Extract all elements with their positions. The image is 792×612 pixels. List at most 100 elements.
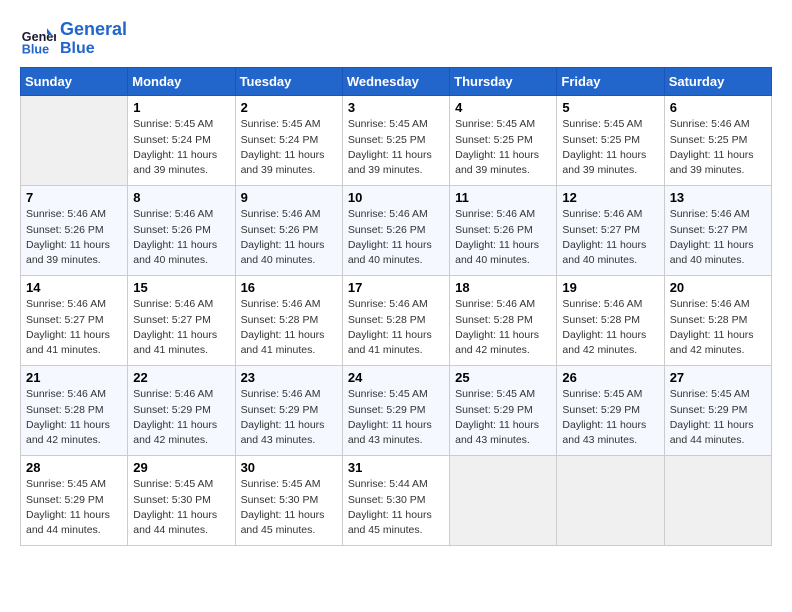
day-number: 27 (670, 370, 766, 385)
day-info: Sunrise: 5:46 AMSunset: 5:28 PMDaylight:… (26, 387, 122, 448)
day-number: 31 (348, 460, 444, 475)
calendar-cell: 6Sunrise: 5:46 AMSunset: 5:25 PMDaylight… (664, 96, 771, 186)
calendar-week-row: 14 Sunrise: 5:46 AMSunset: 5:27 PMDayligh… (21, 276, 772, 366)
day-info: Sunrise: 5:45 AMSunset: 5:29 PMDaylight:… (562, 387, 658, 448)
calendar-cell: 12Sunrise: 5:46 AMSunset: 5:27 PMDayligh… (557, 186, 664, 276)
day-number: 20 (670, 280, 766, 295)
day-number: 24 (348, 370, 444, 385)
page-header: General Blue General Blue (20, 20, 772, 57)
day-number: 21 (26, 370, 122, 385)
day-number: 14 (26, 280, 122, 295)
calendar-cell: 15Sunrise: 5:46 AMSunset: 5:27 PMDayligh… (128, 276, 235, 366)
calendar-cell: 23 Sunrise: 5:46 AMSunset: 5:29 PMDayligh… (235, 366, 342, 456)
calendar-cell: 2 Sunrise: 5:45 AMSunset: 5:24 PMDaylight… (235, 96, 342, 186)
day-number: 17 (348, 280, 444, 295)
calendar-cell: 5 Sunrise: 5:45 AMSunset: 5:25 PMDaylight… (557, 96, 664, 186)
calendar-cell: 13 Sunrise: 5:46 AMSunset: 5:27 PMDayligh… (664, 186, 771, 276)
day-number: 10 (348, 190, 444, 205)
calendar-cell: 18 Sunrise: 5:46 AMSunset: 5:28 PMDayligh… (450, 276, 557, 366)
day-info: Sunrise: 5:46 AMSunset: 5:27 PMDaylight:… (133, 297, 229, 358)
day-number: 16 (241, 280, 337, 295)
day-number: 9 (241, 190, 337, 205)
calendar-cell (21, 96, 128, 186)
calendar-cell: 10Sunrise: 5:46 AMSunset: 5:26 PMDayligh… (342, 186, 449, 276)
day-info: Sunrise: 5:45 AMSunset: 5:30 PMDaylight:… (241, 477, 337, 538)
day-info: Sunrise: 5:46 AMSunset: 5:25 PMDaylight:… (670, 117, 766, 178)
weekday-header: Wednesday (342, 68, 449, 96)
day-number: 19 (562, 280, 658, 295)
day-number: 7 (26, 190, 122, 205)
calendar-cell: 22 Sunrise: 5:46 AMSunset: 5:29 PMDayligh… (128, 366, 235, 456)
day-info: Sunrise: 5:46 AMSunset: 5:28 PMDaylight:… (241, 297, 337, 358)
day-number: 29 (133, 460, 229, 475)
calendar-cell: 19Sunrise: 5:46 AMSunset: 5:28 PMDayligh… (557, 276, 664, 366)
day-info: Sunrise: 5:46 AMSunset: 5:26 PMDaylight:… (26, 207, 122, 268)
weekday-header: Saturday (664, 68, 771, 96)
day-number: 23 (241, 370, 337, 385)
day-info: Sunrise: 5:46 AMSunset: 5:26 PMDaylight:… (455, 207, 551, 268)
day-info: Sunrise: 5:45 AMSunset: 5:24 PMDaylight:… (133, 117, 229, 178)
day-info: Sunrise: 5:45 AMSunset: 5:29 PMDaylight:… (26, 477, 122, 538)
day-info: Sunrise: 5:45 AMSunset: 5:25 PMDaylight:… (562, 117, 658, 178)
day-number: 26 (562, 370, 658, 385)
calendar-cell: 9 Sunrise: 5:46 AMSunset: 5:26 PMDaylight… (235, 186, 342, 276)
calendar-cell: 27 Sunrise: 5:45 AMSunset: 5:29 PMDayligh… (664, 366, 771, 456)
day-number: 4 (455, 100, 551, 115)
logo-line1: General (60, 20, 127, 40)
calendar-cell: 3 Sunrise: 5:45 AMSunset: 5:25 PMDaylight… (342, 96, 449, 186)
day-info: Sunrise: 5:46 AMSunset: 5:28 PMDaylight:… (670, 297, 766, 358)
day-info: Sunrise: 5:45 AMSunset: 5:25 PMDaylight:… (348, 117, 444, 178)
calendar-header: SundayMondayTuesdayWednesdayThursdayFrid… (21, 68, 772, 96)
calendar-week-row: 28 Sunrise: 5:45 AMSunset: 5:29 PMDayligh… (21, 456, 772, 546)
calendar-cell: 14 Sunrise: 5:46 AMSunset: 5:27 PMDayligh… (21, 276, 128, 366)
day-info: Sunrise: 5:45 AMSunset: 5:29 PMDaylight:… (455, 387, 551, 448)
calendar-cell: 7 Sunrise: 5:46 AMSunset: 5:26 PMDaylight… (21, 186, 128, 276)
calendar-cell (450, 456, 557, 546)
day-number: 2 (241, 100, 337, 115)
day-info: Sunrise: 5:46 AMSunset: 5:27 PMDaylight:… (670, 207, 766, 268)
day-number: 13 (670, 190, 766, 205)
day-number: 11 (455, 190, 551, 205)
calendar-table: SundayMondayTuesdayWednesdayThursdayFrid… (20, 67, 772, 546)
day-number: 22 (133, 370, 229, 385)
day-info: Sunrise: 5:45 AMSunset: 5:24 PMDaylight:… (241, 117, 337, 178)
day-number: 3 (348, 100, 444, 115)
day-info: Sunrise: 5:46 AMSunset: 5:29 PMDaylight:… (241, 387, 337, 448)
calendar-cell (664, 456, 771, 546)
calendar-cell: 20 Sunrise: 5:46 AMSunset: 5:28 PMDayligh… (664, 276, 771, 366)
day-info: Sunrise: 5:46 AMSunset: 5:27 PMDaylight:… (26, 297, 122, 358)
day-number: 25 (455, 370, 551, 385)
calendar-cell: 24 Sunrise: 5:45 AMSunset: 5:29 PMDayligh… (342, 366, 449, 456)
logo-icon: General Blue (20, 21, 56, 57)
day-info: Sunrise: 5:46 AMSunset: 5:26 PMDaylight:… (241, 207, 337, 268)
day-number: 5 (562, 100, 658, 115)
day-number: 18 (455, 280, 551, 295)
day-number: 30 (241, 460, 337, 475)
day-info: Sunrise: 5:45 AMSunset: 5:29 PMDaylight:… (670, 387, 766, 448)
calendar-cell: 28 Sunrise: 5:45 AMSunset: 5:29 PMDayligh… (21, 456, 128, 546)
day-info: Sunrise: 5:46 AMSunset: 5:29 PMDaylight:… (133, 387, 229, 448)
calendar-cell: 8 Sunrise: 5:46 AMSunset: 5:26 PMDaylight… (128, 186, 235, 276)
svg-text:Blue: Blue (22, 42, 49, 56)
day-info: Sunrise: 5:46 AMSunset: 5:27 PMDaylight:… (562, 207, 658, 268)
day-number: 8 (133, 190, 229, 205)
day-info: Sunrise: 5:46 AMSunset: 5:26 PMDaylight:… (133, 207, 229, 268)
calendar-week-row: 1 Sunrise: 5:45 AMSunset: 5:24 PMDaylight… (21, 96, 772, 186)
calendar-week-row: 7 Sunrise: 5:46 AMSunset: 5:26 PMDaylight… (21, 186, 772, 276)
weekday-header: Sunday (21, 68, 128, 96)
day-number: 28 (26, 460, 122, 475)
day-info: Sunrise: 5:45 AMSunset: 5:29 PMDaylight:… (348, 387, 444, 448)
day-number: 1 (133, 100, 229, 115)
calendar-week-row: 21 Sunrise: 5:46 AMSunset: 5:28 PMDayligh… (21, 366, 772, 456)
calendar-cell: 11 Sunrise: 5:46 AMSunset: 5:26 PMDayligh… (450, 186, 557, 276)
calendar-cell: 4Sunrise: 5:45 AMSunset: 5:25 PMDaylight… (450, 96, 557, 186)
day-info: Sunrise: 5:46 AMSunset: 5:28 PMDaylight:… (455, 297, 551, 358)
calendar-cell: 21 Sunrise: 5:46 AMSunset: 5:28 PMDayligh… (21, 366, 128, 456)
day-info: Sunrise: 5:44 AMSunset: 5:30 PMDaylight:… (348, 477, 444, 538)
calendar-cell (557, 456, 664, 546)
calendar-cell: 26 Sunrise: 5:45 AMSunset: 5:29 PMDayligh… (557, 366, 664, 456)
calendar-cell: 30 Sunrise: 5:45 AMSunset: 5:30 PMDayligh… (235, 456, 342, 546)
calendar-cell: 1 Sunrise: 5:45 AMSunset: 5:24 PMDaylight… (128, 96, 235, 186)
logo-line2: Blue (60, 40, 127, 58)
calendar-cell: 29Sunrise: 5:45 AMSunset: 5:30 PMDayligh… (128, 456, 235, 546)
